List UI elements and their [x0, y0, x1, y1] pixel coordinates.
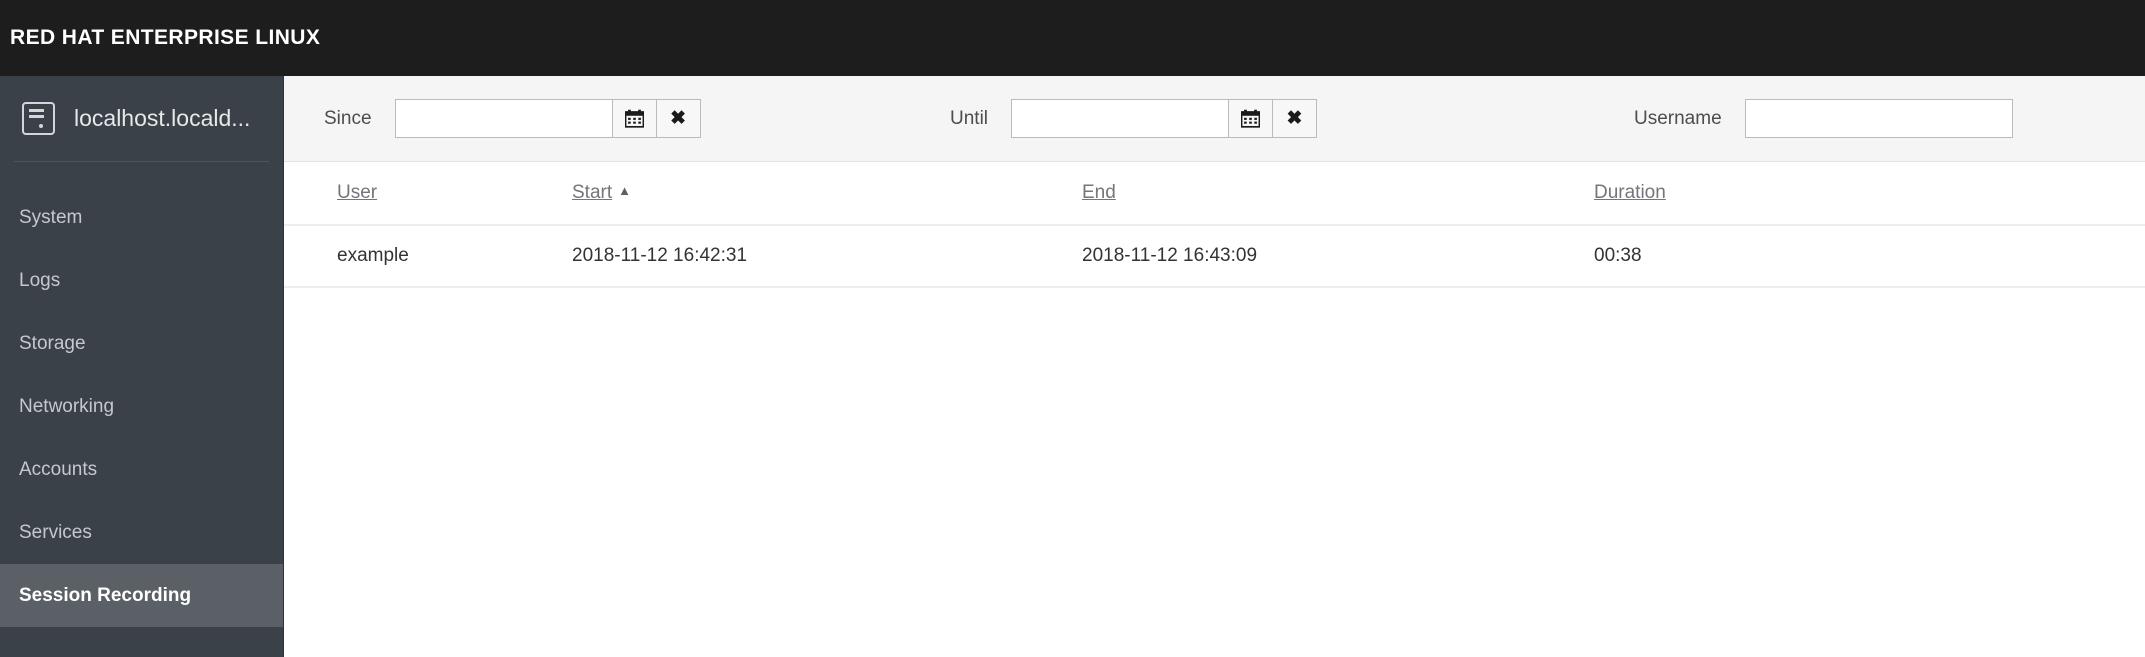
- sidebar: localhost.locald... System Logs Storage …: [0, 76, 283, 657]
- sidebar-item-storage[interactable]: Storage: [0, 312, 283, 375]
- host-switcher[interactable]: localhost.locald...: [0, 76, 283, 161]
- sidebar-item-label: Session Recording: [19, 584, 192, 606]
- recordings-table: User Start ▲ End Duration example 2018-1…: [284, 162, 2145, 288]
- sidebar-item-services[interactable]: Services: [0, 501, 283, 564]
- page-body: localhost.locald... System Logs Storage …: [0, 76, 2145, 657]
- sidebar-item-label: Storage: [19, 332, 86, 354]
- sidebar-item-logs[interactable]: Logs: [0, 249, 283, 312]
- until-calendar-button[interactable]: [1229, 99, 1274, 138]
- column-header-start[interactable]: Start ▲: [572, 162, 1082, 226]
- sidebar-item-system[interactable]: System: [0, 186, 283, 249]
- until-input-group: ✖: [1011, 99, 1318, 138]
- table-header-row: User Start ▲ End Duration: [284, 162, 2145, 226]
- calendar-icon: [624, 109, 644, 128]
- until-filter-group: Until ✖: [950, 99, 1318, 138]
- host-name: localhost.locald...: [74, 105, 251, 131]
- until-label: Until: [950, 107, 989, 129]
- times-icon: ✖: [1286, 108, 1303, 129]
- sidebar-item-label: Services: [19, 521, 92, 543]
- username-filter-group: Username: [1634, 99, 2013, 138]
- since-input[interactable]: [394, 99, 613, 138]
- table-body: example 2018-11-12 16:42:31 2018-11-12 1…: [284, 225, 2145, 288]
- column-header-duration[interactable]: Duration: [1594, 162, 2145, 226]
- column-header-end[interactable]: End: [1082, 162, 1594, 226]
- cell-end: 2018-11-12 16:43:09: [1082, 225, 1594, 288]
- sidebar-item-label: System: [19, 206, 83, 228]
- cell-user: example: [284, 225, 572, 288]
- since-input-group: ✖: [394, 99, 701, 138]
- sidebar-item-networking[interactable]: Networking: [0, 375, 283, 438]
- username-label: Username: [1634, 107, 1722, 129]
- sort-ascending-icon: ▲: [618, 183, 631, 198]
- since-label: Since: [324, 107, 372, 129]
- sort-link-end[interactable]: End: [1082, 182, 1116, 203]
- sidebar-item-label: Logs: [19, 269, 61, 291]
- sidebar-item-label: Accounts: [19, 458, 98, 480]
- calendar-icon: [1241, 109, 1261, 128]
- sidebar-nav: System Logs Storage Networking Accounts …: [0, 162, 283, 627]
- since-clear-button[interactable]: ✖: [656, 99, 701, 138]
- table-row[interactable]: example 2018-11-12 16:42:31 2018-11-12 1…: [284, 225, 2145, 288]
- brand-bar: RED HAT ENTERPRISE LINUX: [0, 0, 2145, 76]
- since-calendar-button[interactable]: [612, 99, 657, 138]
- server-icon: [22, 102, 55, 135]
- table-head: User Start ▲ End Duration: [284, 162, 2145, 226]
- content-area: Since ✖ Until ✖ Username User Start ▲ En…: [283, 76, 2145, 657]
- cell-duration: 00:38: [1594, 225, 2145, 288]
- username-input[interactable]: [1744, 99, 2013, 138]
- column-header-user[interactable]: User: [284, 162, 572, 226]
- sidebar-item-label: Networking: [19, 395, 115, 417]
- filter-toolbar: Since ✖ Until ✖ Username: [284, 76, 2145, 162]
- cell-start: 2018-11-12 16:42:31: [572, 225, 1082, 288]
- until-input[interactable]: [1011, 99, 1230, 138]
- until-clear-button[interactable]: ✖: [1273, 99, 1318, 138]
- recordings-table-wrap: User Start ▲ End Duration example 2018-1…: [284, 162, 2145, 657]
- since-filter-group: Since ✖: [324, 99, 701, 138]
- sort-link-duration[interactable]: Duration: [1594, 182, 1666, 203]
- sort-link-start[interactable]: Start: [572, 182, 612, 203]
- times-icon: ✖: [670, 108, 686, 129]
- page-title: RED HAT ENTERPRISE LINUX: [10, 26, 321, 49]
- sidebar-item-accounts[interactable]: Accounts: [0, 438, 283, 501]
- sidebar-item-session-recording[interactable]: Session Recording: [0, 564, 283, 627]
- sort-link-user[interactable]: User: [337, 182, 377, 203]
